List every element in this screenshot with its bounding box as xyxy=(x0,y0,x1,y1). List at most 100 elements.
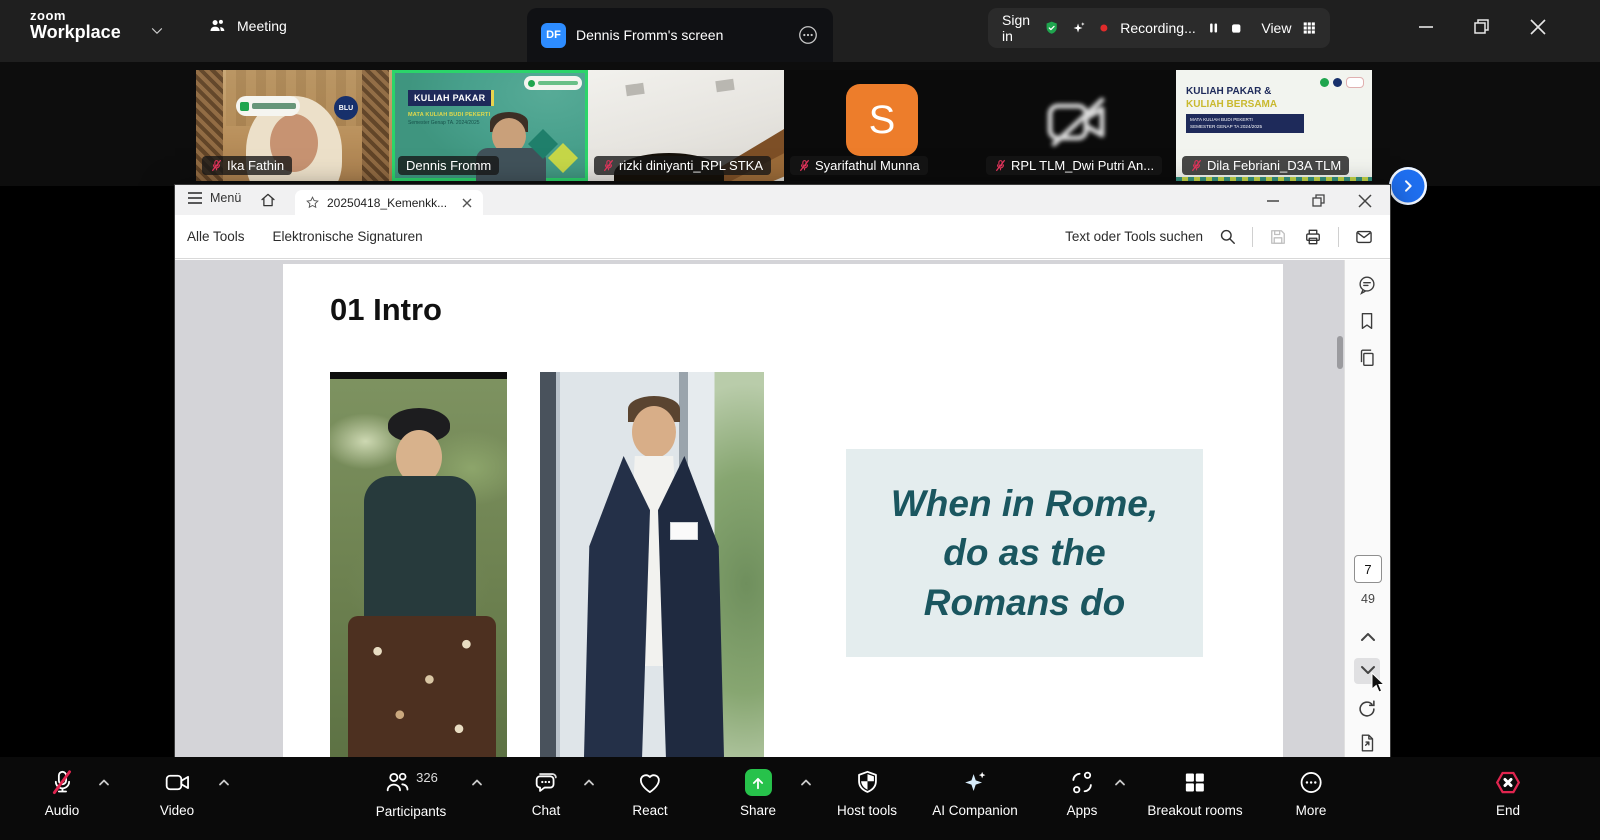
pdf-content-area: 01 Intro When in Rome, do as the Romans … xyxy=(175,260,1390,757)
blu-logo: BLU xyxy=(334,96,358,120)
comments-icon[interactable] xyxy=(1356,274,1378,296)
more-options-icon[interactable] xyxy=(797,24,819,46)
photo-traditional-outfit xyxy=(330,372,507,757)
page-export-icon[interactable] xyxy=(1356,732,1378,754)
breakout-rooms-icon xyxy=(1181,769,1208,796)
video-tile-dila-febriani[interactable]: KULIAH PAKAR & KULIAH BERSAMA MATA KULIA… xyxy=(1176,70,1372,181)
window-controls xyxy=(1413,14,1551,40)
video-tile-ika-fathin[interactable]: BLU Ika Fathin xyxy=(196,70,392,181)
video-camera-icon xyxy=(163,769,190,796)
apps-button[interactable]: Apps xyxy=(1067,769,1098,818)
chat-button[interactable]: Chat xyxy=(532,769,561,818)
muted-mic-icon xyxy=(210,159,223,172)
vertical-scrollbar-thumb[interactable] xyxy=(1337,336,1343,369)
end-meeting-button[interactable]: End xyxy=(1493,769,1523,818)
muted-mic-icon xyxy=(602,159,615,172)
host-tools-button[interactable]: Host tools xyxy=(837,769,897,818)
rotate-icon[interactable] xyxy=(1356,698,1378,720)
pdf-page: 01 Intro When in Rome, do as the Romans … xyxy=(283,264,1283,757)
chevron-down-icon[interactable] xyxy=(148,22,166,40)
close-button[interactable] xyxy=(1355,193,1375,209)
participants-button[interactable]: 326 Participants xyxy=(376,769,447,819)
breakout-rooms-button[interactable]: Breakout rooms xyxy=(1147,769,1242,818)
restore-button[interactable] xyxy=(1309,193,1329,209)
slide-info-box: MATA KULIAH BUDI PEKERTI SEMESTER GENAP … xyxy=(1186,114,1304,133)
name-label: Syarifathul Munna xyxy=(790,156,928,175)
video-tile-rizki-diniyanti[interactable]: rizki diniyanti_RPL STKA xyxy=(588,70,784,181)
chat-options-chevron[interactable] xyxy=(582,777,596,787)
share-options-chevron[interactable] xyxy=(799,777,813,787)
chat-icon xyxy=(533,769,560,796)
video-tile-rpl-tlm-dwi-putri[interactable]: RPL TLM_Dwi Putri An... xyxy=(980,70,1176,181)
pdf-toolbar: Alle Tools Elektronische Signaturen Text… xyxy=(175,215,1390,259)
video-options-chevron[interactable] xyxy=(217,777,231,787)
email-icon[interactable] xyxy=(1354,227,1374,247)
apps-options-chevron[interactable] xyxy=(1113,777,1127,787)
ai-companion-sparkle-icon xyxy=(962,769,989,796)
video-button[interactable]: Video xyxy=(160,769,194,818)
minimize-button[interactable] xyxy=(1263,193,1283,209)
save-icon[interactable] xyxy=(1268,227,1288,247)
close-button[interactable] xyxy=(1525,14,1551,40)
tab-shared-screen-label: Dennis Fromm's screen xyxy=(576,27,787,43)
name-label: Ika Fathin xyxy=(202,156,292,175)
previous-page-icon[interactable] xyxy=(1359,630,1377,644)
ai-sparkle-icon[interactable] xyxy=(1071,17,1086,39)
muted-mic-icon xyxy=(1190,159,1203,172)
participants-options-chevron[interactable] xyxy=(470,777,484,787)
audio-button[interactable]: Audio xyxy=(45,769,80,818)
video-tile-syarifathul-munna[interactable]: S Syarifathul Munna xyxy=(784,70,980,181)
video-tile-dennis-fromm[interactable]: KULIAH PAKAR MATA KULIAH BUDI PEKERTI Se… xyxy=(392,70,588,181)
close-tab-icon[interactable] xyxy=(461,197,473,209)
copy-pages-icon[interactable] xyxy=(1356,347,1378,369)
signatures-button[interactable]: Elektronische Signaturen xyxy=(273,229,423,244)
search-icon[interactable] xyxy=(1218,227,1237,246)
share-screen-icon xyxy=(745,769,772,796)
tab-meeting[interactable]: Meeting xyxy=(208,16,287,36)
pdf-titlebar: Menü 20250418_Kemenkk... xyxy=(175,185,1390,215)
menu-button[interactable]: Menü xyxy=(187,191,241,205)
next-participants-button[interactable] xyxy=(1389,167,1427,205)
pause-recording-button[interactable] xyxy=(1208,20,1219,36)
institution-logos xyxy=(1320,77,1364,88)
heart-icon xyxy=(637,769,664,796)
muted-mic-icon xyxy=(798,159,811,172)
mouse-cursor xyxy=(1371,672,1387,694)
page-total: 49 xyxy=(1345,592,1390,606)
decor xyxy=(362,70,389,181)
view-button[interactable]: View xyxy=(1261,20,1291,36)
restore-button[interactable] xyxy=(1469,14,1495,40)
ai-companion-button[interactable]: AI Companion xyxy=(932,769,1018,818)
view-grid-icon[interactable] xyxy=(1303,19,1316,37)
tab-meeting-label: Meeting xyxy=(237,18,287,34)
page-number-input[interactable]: 7 xyxy=(1354,555,1382,583)
more-button[interactable]: More xyxy=(1296,769,1327,818)
share-button[interactable]: Share xyxy=(740,769,776,818)
host-tools-shield-icon xyxy=(854,769,881,796)
sign-in-button[interactable]: Sign in xyxy=(1002,12,1032,44)
name-label: Dennis Fromm xyxy=(398,156,499,175)
quote-box: When in Rome, do as the Romans do xyxy=(846,449,1203,657)
avatar: S xyxy=(846,84,918,156)
react-button[interactable]: React xyxy=(632,769,667,818)
participants-icon xyxy=(384,769,411,796)
minimize-button[interactable] xyxy=(1413,14,1439,40)
participant-count: 326 xyxy=(416,770,438,785)
star-icon[interactable] xyxy=(305,195,320,210)
bookmark-icon[interactable] xyxy=(1356,310,1378,332)
audio-options-chevron[interactable] xyxy=(97,777,111,787)
stop-recording-button[interactable] xyxy=(1231,21,1241,36)
logo-line-workplace: Workplace xyxy=(30,23,121,42)
search-label[interactable]: Text oder Tools suchen xyxy=(1065,229,1203,244)
security-shield-icon[interactable] xyxy=(1044,17,1059,39)
initials-badge: DF xyxy=(541,23,566,48)
zoom-workplace-window: zoom Workplace Meeting DF Dennis Fromm's… xyxy=(0,0,1600,840)
print-icon[interactable] xyxy=(1303,227,1323,247)
decor xyxy=(1176,177,1372,181)
pdf-window-controls xyxy=(1263,185,1375,209)
logo-line-zoom: zoom xyxy=(30,9,121,23)
document-tab[interactable]: 20250418_Kemenkk... xyxy=(295,190,483,215)
alle-tools-button[interactable]: Alle Tools xyxy=(187,229,245,244)
home-icon[interactable] xyxy=(259,191,277,209)
tab-shared-screen[interactable]: DF Dennis Fromm's screen xyxy=(527,8,833,62)
